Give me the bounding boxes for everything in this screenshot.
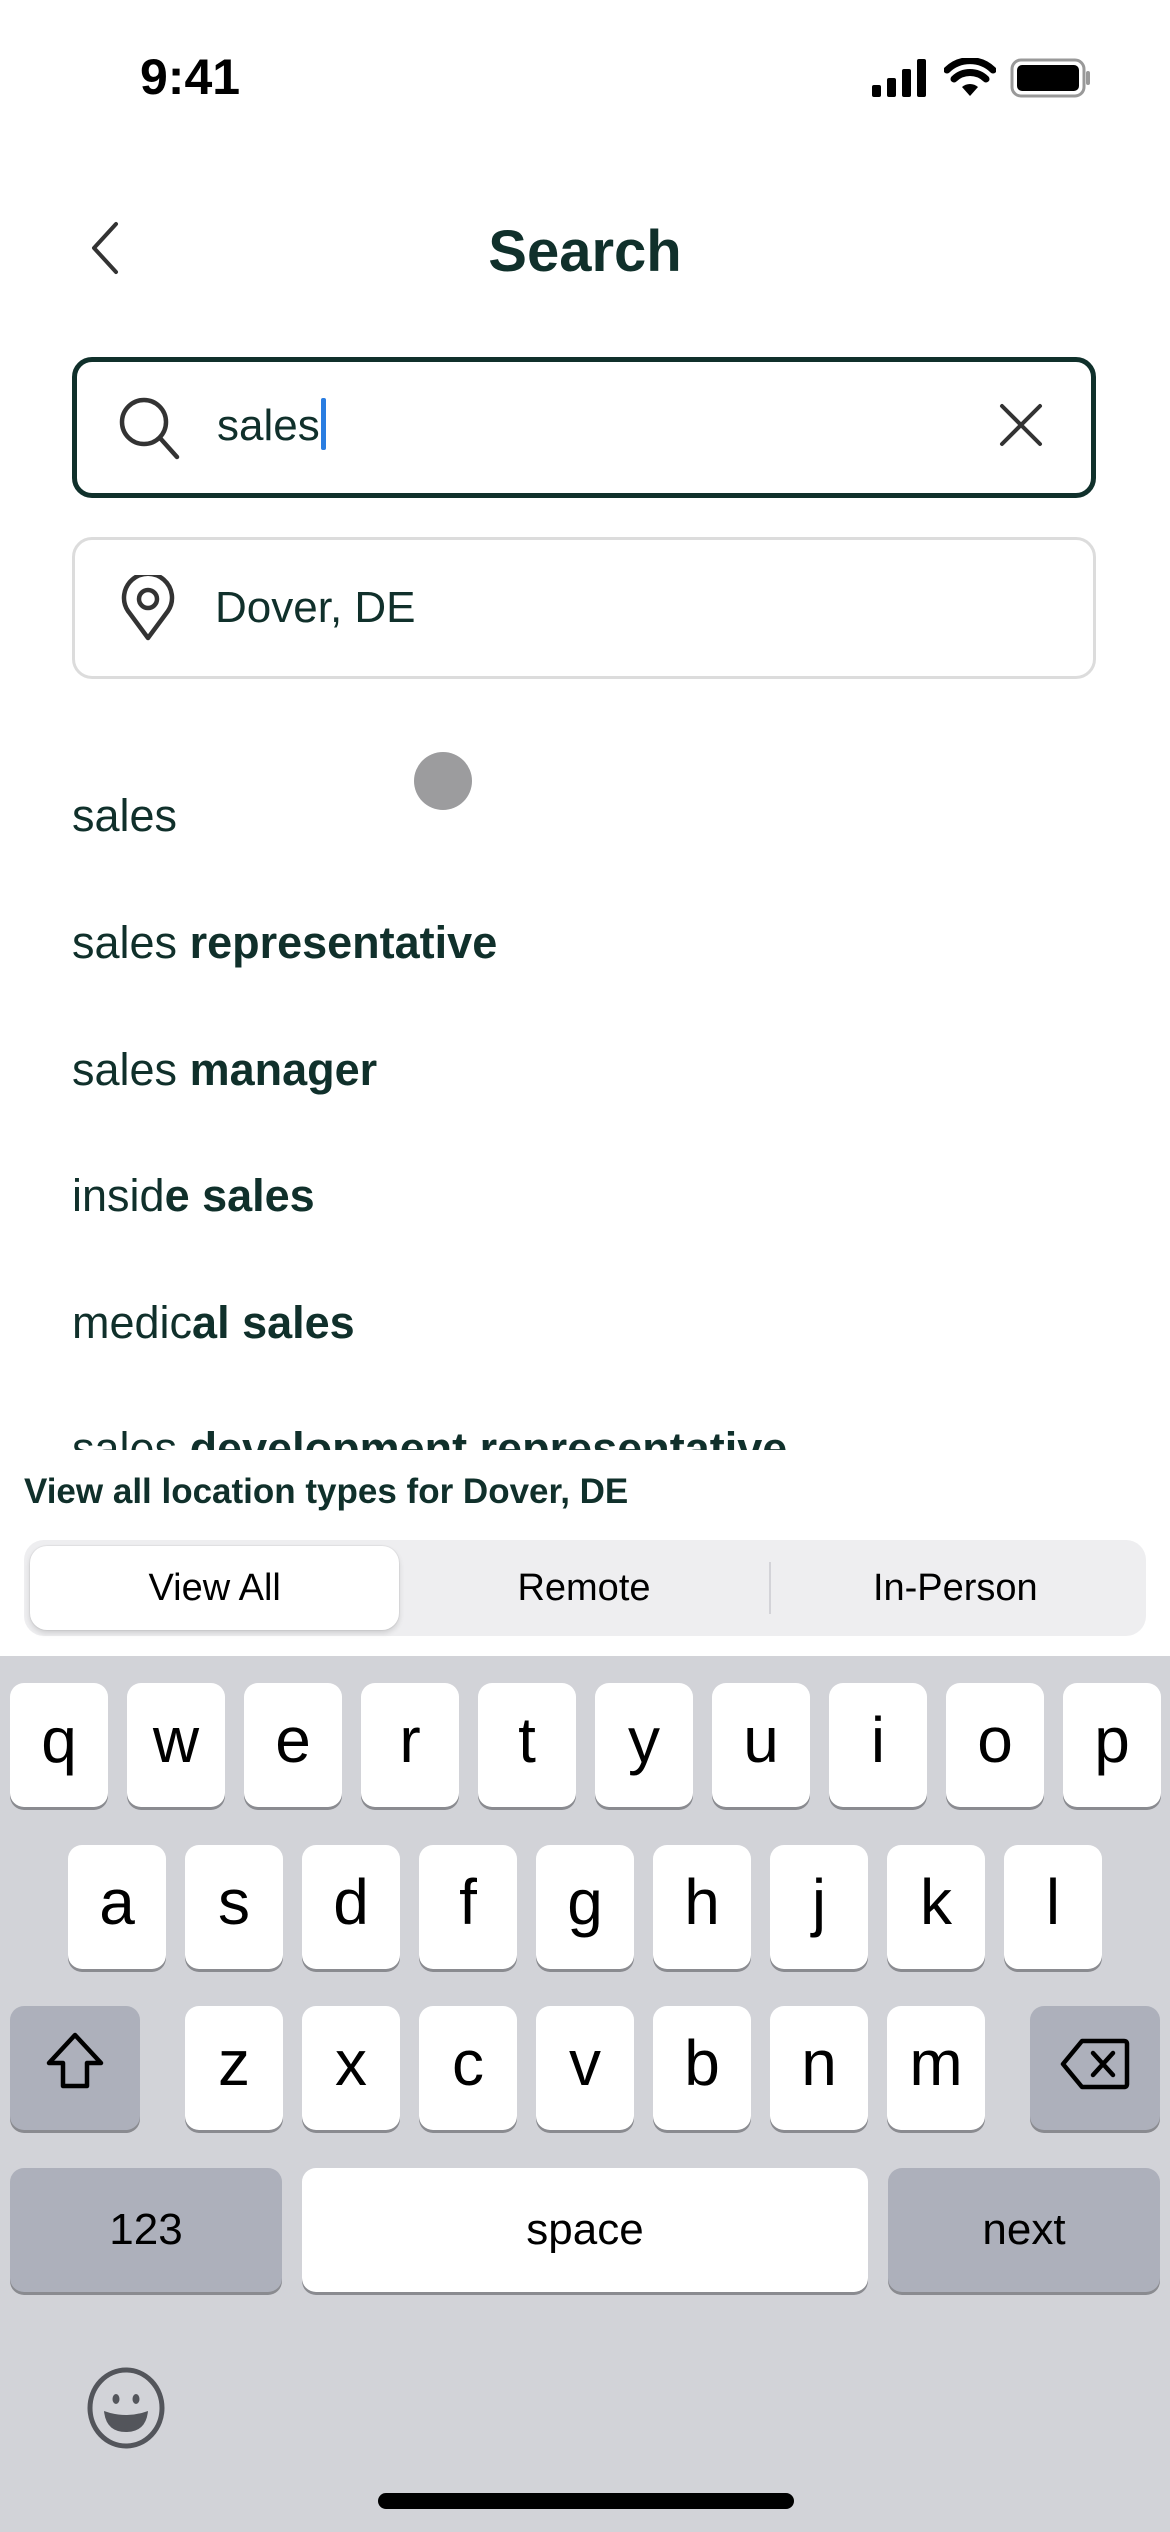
key-u[interactable]: u: [712, 1683, 810, 1807]
status-time: 9:41: [140, 49, 241, 105]
suggestion-item[interactable]: inside sales: [72, 1170, 315, 1222]
map-pin-icon: [113, 573, 183, 643]
key-k[interactable]: k: [887, 1845, 985, 1969]
search-input-value[interactable]: sales: [217, 398, 326, 454]
location-type-segmented-control: View All Remote In-Person: [24, 1540, 1146, 1636]
key-l[interactable]: l: [1004, 1845, 1102, 1969]
key-a[interactable]: a: [68, 1845, 166, 1969]
battery-icon: [1010, 58, 1092, 103]
suggestion-item[interactable]: sales manager: [72, 1044, 377, 1096]
key-h[interactable]: h: [653, 1845, 751, 1969]
close-icon: [999, 403, 1043, 452]
emoji-smile-icon: [84, 2366, 168, 2455]
segment-remote[interactable]: Remote: [399, 1546, 768, 1630]
key-g[interactable]: g: [536, 1845, 634, 1969]
segment-view-all[interactable]: View All: [30, 1546, 400, 1630]
key-q[interactable]: q: [10, 1683, 108, 1807]
location-input-value[interactable]: Dover, DE: [215, 583, 416, 633]
segment-in-person[interactable]: In-Person: [771, 1546, 1140, 1630]
suggestion-item[interactable]: medical sales: [72, 1297, 355, 1349]
shift-arrow-icon: [44, 2030, 106, 2107]
key-f[interactable]: f: [419, 1845, 517, 1969]
key-z[interactable]: z: [185, 2006, 283, 2130]
key-y[interactable]: y: [595, 1683, 693, 1807]
backspace-icon: [1060, 2031, 1130, 2105]
emoji-button[interactable]: [84, 2366, 168, 2455]
text-caret: [320, 398, 326, 451]
key-n[interactable]: n: [770, 2006, 868, 2130]
suggestion-item[interactable]: sales: [72, 790, 177, 842]
suggestion-item[interactable]: sales representative: [72, 917, 497, 969]
key-j[interactable]: j: [770, 1845, 868, 1969]
location-types-label: View all location types for Dover, DE: [24, 1472, 629, 1511]
clear-search-button[interactable]: [991, 398, 1051, 458]
space-key[interactable]: space: [302, 2168, 868, 2292]
key-s[interactable]: s: [185, 1845, 283, 1969]
key-i[interactable]: i: [829, 1683, 927, 1807]
suggestions-list: sales sales representative sales manager…: [0, 760, 1170, 1450]
key-v[interactable]: v: [536, 2006, 634, 2130]
search-input[interactable]: sales: [72, 357, 1096, 498]
search-icon: [115, 393, 185, 463]
wifi-icon: [943, 57, 997, 103]
status-icons: [872, 57, 1092, 103]
key-x[interactable]: x: [302, 2006, 400, 2130]
page-title: Search: [488, 219, 682, 284]
key-t[interactable]: t: [478, 1683, 576, 1807]
suggestion-item[interactable]: sales development representative: [72, 1423, 787, 1450]
shift-key[interactable]: [10, 2006, 140, 2130]
location-input[interactable]: Dover, DE: [72, 537, 1096, 679]
cellular-signal-icon: [872, 59, 930, 102]
key-b[interactable]: b: [653, 2006, 751, 2130]
home-indicator[interactable]: [378, 2493, 794, 2509]
key-p[interactable]: p: [1063, 1683, 1161, 1807]
key-d[interactable]: d: [302, 1845, 400, 1969]
key-o[interactable]: o: [946, 1683, 1044, 1807]
next-key[interactable]: next: [888, 2168, 1160, 2292]
key-c[interactable]: c: [419, 2006, 517, 2130]
key-e[interactable]: e: [244, 1683, 342, 1807]
keyboard: 123 space next qwertyuiop asdfghjkl zxcvbn…: [0, 1656, 1170, 2532]
key-r[interactable]: r: [361, 1683, 459, 1807]
numbers-key[interactable]: 123: [10, 2168, 282, 2292]
key-m[interactable]: m: [887, 2006, 985, 2130]
key-w[interactable]: w: [127, 1683, 225, 1807]
delete-key[interactable]: [1030, 2006, 1160, 2130]
